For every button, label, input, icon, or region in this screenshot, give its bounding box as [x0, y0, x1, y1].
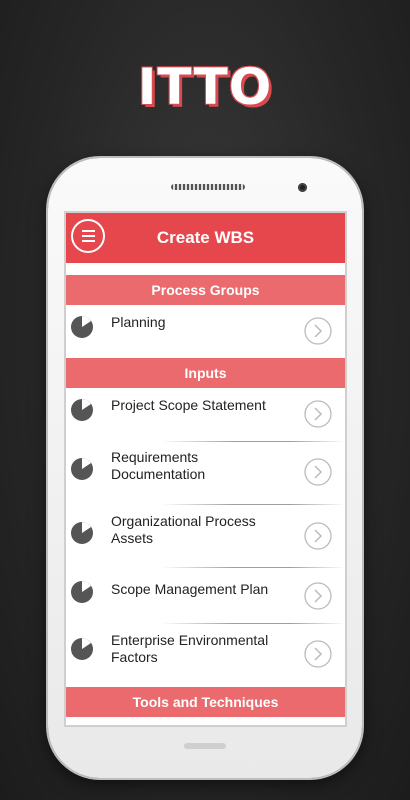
pie-chart-icon	[71, 399, 93, 421]
list-item-label: Planning	[111, 314, 166, 330]
pie-chart-icon	[71, 316, 93, 338]
phone-camera	[298, 183, 307, 192]
chevron-right-icon[interactable]	[304, 640, 332, 668]
divider	[161, 441, 345, 442]
page-title: Create WBS	[156, 228, 255, 247]
chevron-right-icon[interactable]	[304, 317, 332, 345]
chevron-right-icon[interactable]	[304, 458, 332, 486]
chevron-right-icon[interactable]	[304, 522, 332, 550]
section-header-inputs: Inputs	[66, 358, 345, 388]
home-button[interactable]	[184, 743, 226, 749]
list-item-scope-management-plan[interactable]: Scope Management Plan	[66, 569, 345, 623]
list-item-project-scope-statement[interactable]: Project Scope Statement	[66, 388, 345, 440]
list-item-organizational-process-assets[interactable]: Organizational Process Assets	[66, 506, 345, 568]
phone-speaker	[171, 184, 245, 190]
divider	[161, 567, 345, 568]
list-item-label: Project Scope Statement	[111, 397, 266, 413]
list-item-label: Requirements Documentation	[111, 449, 206, 482]
section-header-tools-and-techniques: Tools and Techniques	[66, 687, 345, 717]
list-item-requirements-documentation[interactable]: Requirements Documentation	[66, 443, 345, 503]
list-item-label: Scope Management Plan	[111, 581, 269, 597]
pie-chart-icon	[71, 458, 93, 480]
chevron-right-icon[interactable]	[304, 400, 332, 428]
list-item-planning[interactable]: Planning	[66, 305, 345, 352]
divider	[161, 623, 345, 624]
app-bar: Create WBS	[66, 213, 345, 263]
list-item-enterprise-environmental-factors[interactable]: Enterprise Environmental Factors	[66, 625, 345, 685]
list-item-label: Organizational Process Assets	[111, 513, 256, 546]
pie-chart-icon	[71, 522, 93, 544]
section-header-process-groups: Process Groups	[66, 275, 345, 305]
list-item-label: Enterprise Environmental Factors	[111, 632, 269, 665]
hamburger-menu-icon[interactable]	[71, 219, 105, 253]
phone-frame: Create WBS Process Groups Planning Input…	[48, 158, 362, 778]
pie-chart-icon	[71, 581, 93, 603]
app-banner-title: ITTO	[137, 58, 273, 116]
app-screen: Create WBS Process Groups Planning Input…	[66, 213, 345, 725]
chevron-right-icon[interactable]	[304, 582, 332, 610]
pie-chart-icon	[71, 638, 93, 660]
divider	[161, 504, 345, 505]
